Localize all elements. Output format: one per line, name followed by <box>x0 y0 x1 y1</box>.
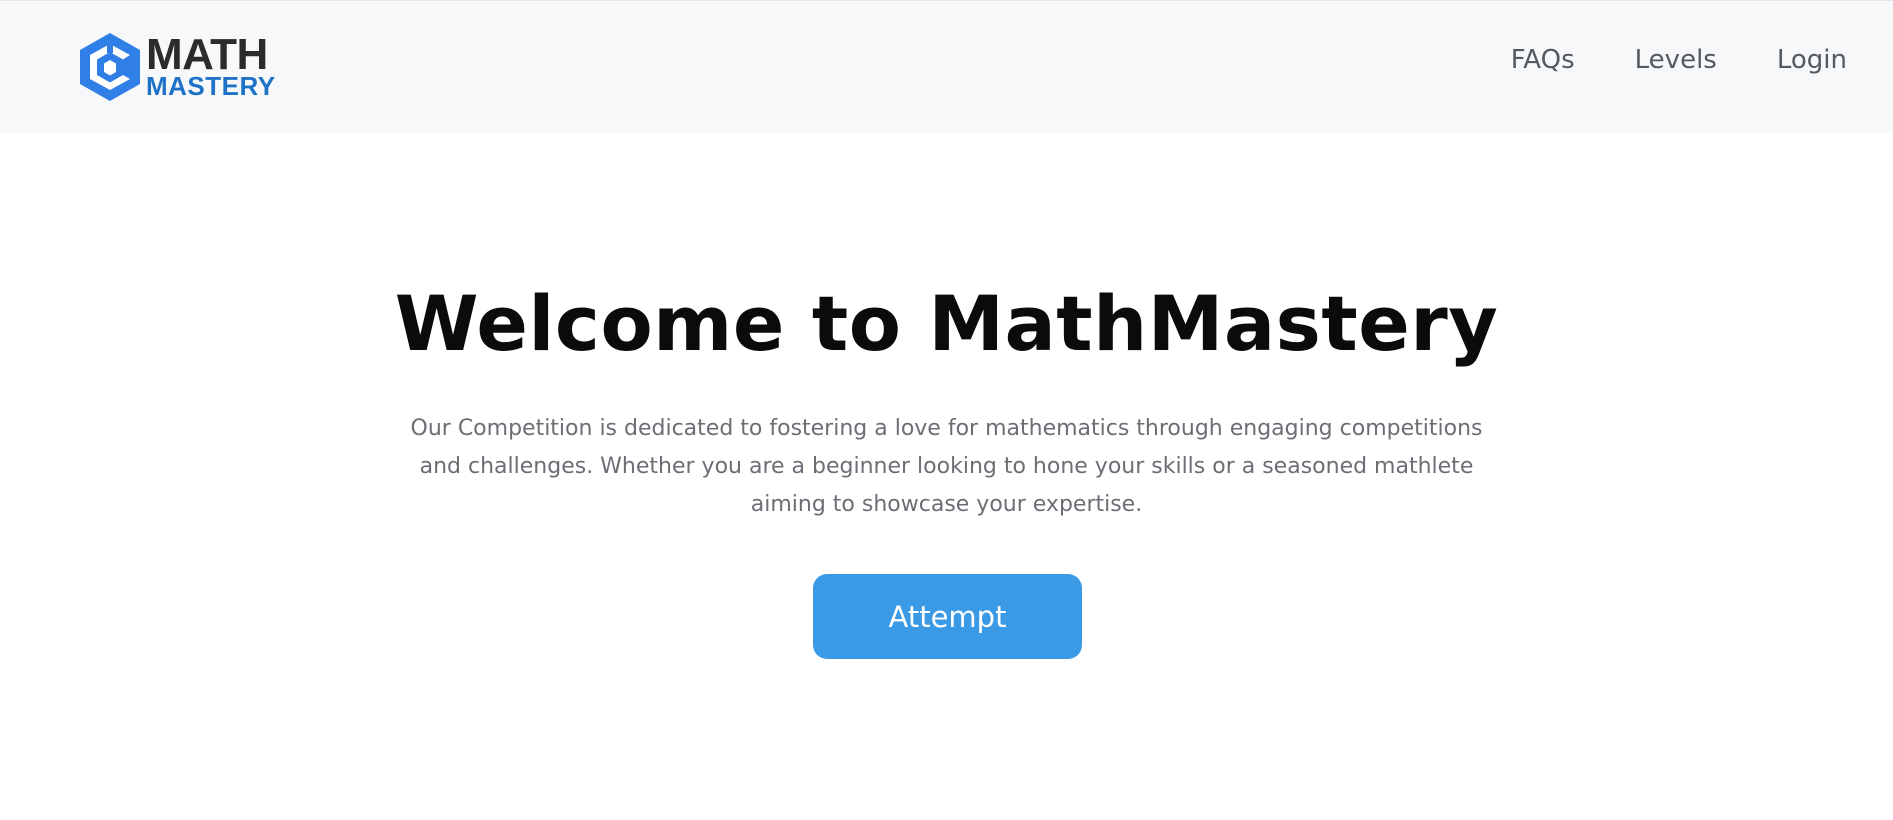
brand-name-bottom: MASTERY <box>146 71 276 101</box>
brand-wordmark: MATH MASTERY <box>146 30 276 101</box>
hexagon-cube-logo-icon <box>80 33 140 101</box>
nav-link-faqs[interactable]: FAQs <box>1511 41 1575 79</box>
brand-name-top: MATH <box>146 30 268 79</box>
hero-title: Welcome to MathMastery <box>394 279 1499 368</box>
nav-link-levels[interactable]: Levels <box>1635 41 1717 79</box>
top-navbar: MATH MASTERY FAQs Levels Login <box>0 0 1893 133</box>
hero-section: Welcome to MathMastery Our Competition i… <box>0 133 1893 820</box>
hero-description: Our Competition is dedicated to fosterin… <box>410 416 1483 517</box>
nav-links: FAQs Levels Login <box>1451 41 1847 79</box>
attempt-button[interactable]: Attempt <box>813 574 1082 659</box>
nav-link-login[interactable]: Login <box>1777 41 1847 79</box>
brand-logo-link[interactable]: MATH MASTERY <box>77 31 276 103</box>
